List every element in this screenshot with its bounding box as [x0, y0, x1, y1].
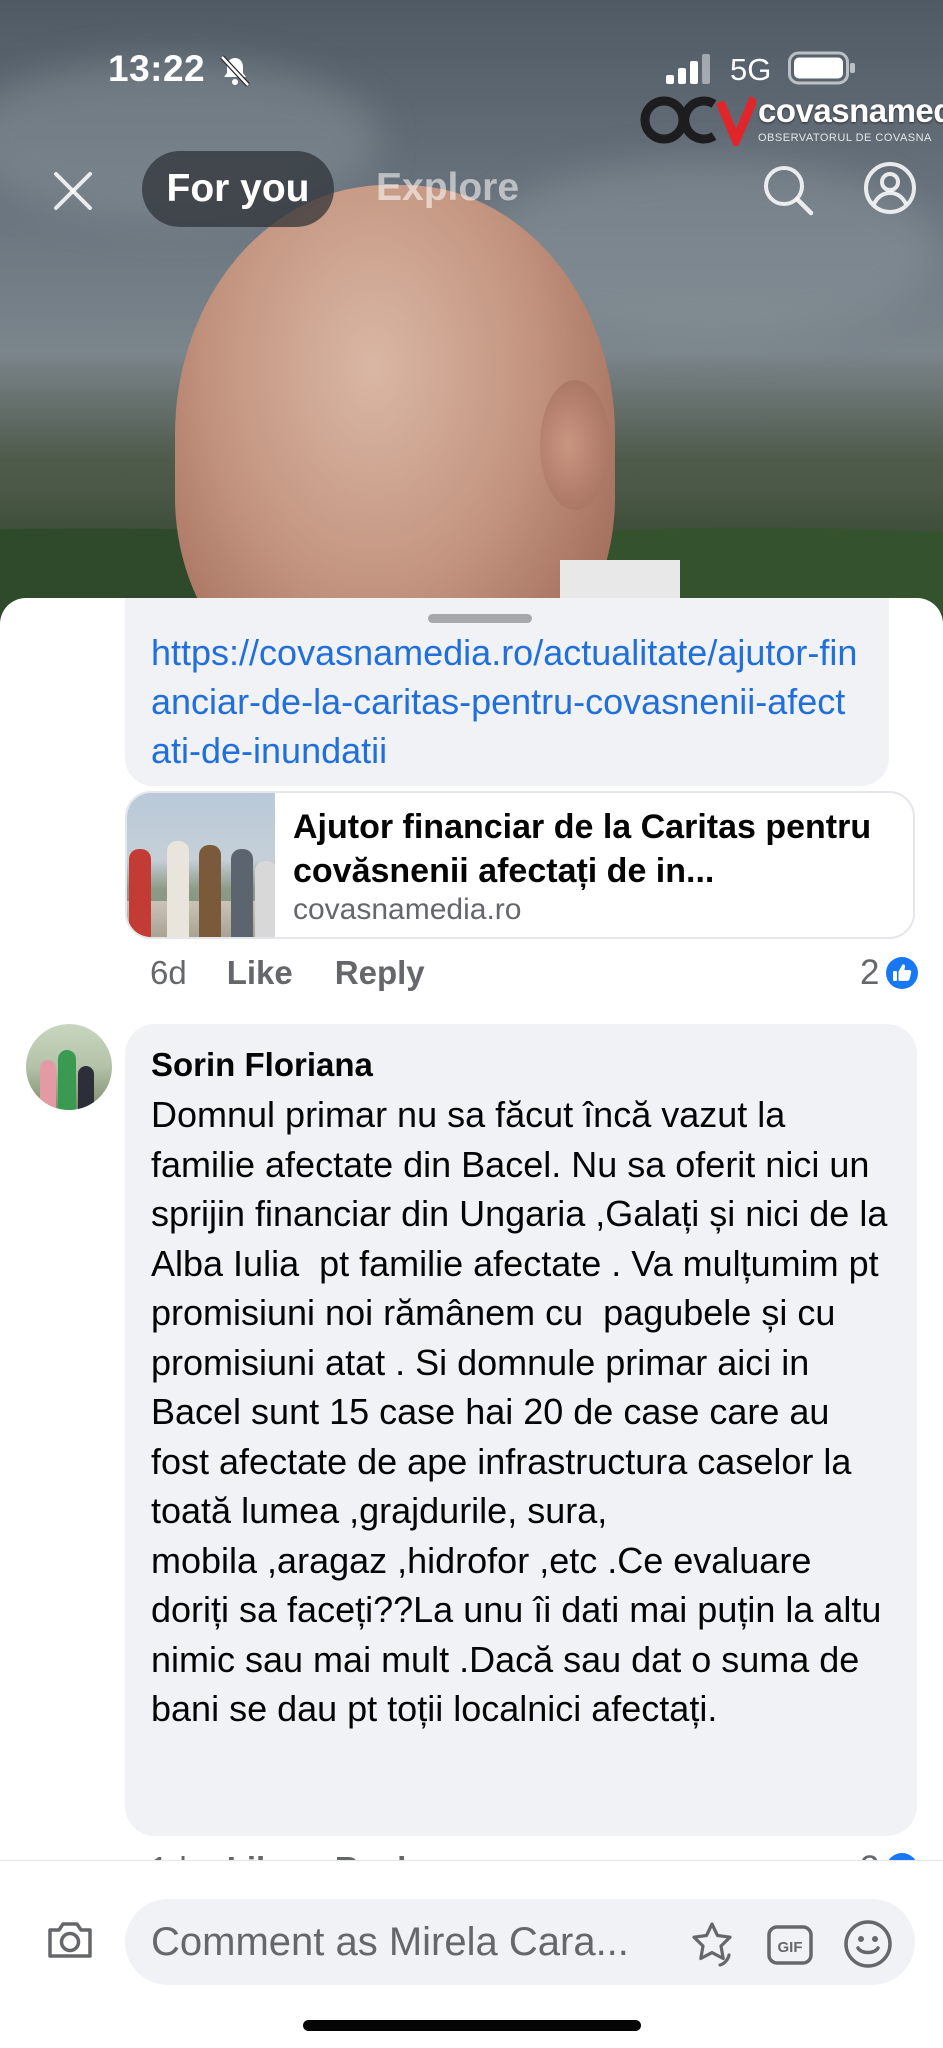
like-reaction-icon [886, 957, 919, 989]
reply-button[interactable]: Reply [335, 954, 425, 992]
link-preview-title: Ajutor financiar de la Caritas pentru co… [293, 808, 872, 890]
signal-icon [666, 54, 710, 84]
avatar-person [58, 1050, 76, 1110]
tab-for-you[interactable]: For you [142, 151, 334, 227]
link-preview-card[interactable]: Ajutor financiar de la Caritas pentru co… [125, 791, 915, 939]
thumbnail-person [167, 841, 189, 937]
covasnamedia-logo: covasnamedia OBSERVATORUL DE COVASNA [640, 92, 943, 148]
ocv-logo-mark [640, 96, 756, 146]
logo-tagline: OBSERVATORUL DE COVASNA [758, 132, 932, 144]
thumbnail-person [199, 845, 221, 937]
comment-actions: 6d Like Reply [150, 950, 467, 996]
sticker-icon[interactable] [686, 1919, 738, 1971]
svg-text:GIF: GIF [778, 1939, 803, 1956]
bell-off-icon [220, 55, 250, 87]
tab-explore[interactable]: Explore [376, 166, 519, 210]
comment-text: Domnul primar nu sa făcut încă vazut la … [151, 1094, 888, 1729]
camera-icon[interactable] [44, 1914, 96, 1966]
like-button[interactable]: Like [227, 954, 293, 992]
home-indicator[interactable] [303, 2020, 641, 2031]
search-icon[interactable] [760, 162, 816, 218]
comment-age: 6d [150, 954, 187, 991]
avatar[interactable] [26, 1024, 112, 1110]
thumbnail-person [255, 861, 275, 937]
thumbnail-person [231, 849, 253, 937]
top-nav: For you Explore [0, 148, 943, 228]
thumbnail-person [129, 849, 151, 937]
comment-link[interactable]: https://covasnamedia.ro/actualitate/ajut… [151, 628, 863, 775]
logo-brand: covasnamedia [758, 92, 943, 129]
profile-icon[interactable] [862, 160, 918, 216]
emoji-icon[interactable] [842, 1918, 894, 1970]
avatar-person [78, 1066, 94, 1110]
sheet-grabber[interactable] [428, 614, 532, 623]
link-comment-bubble: https://covasnamedia.ro/actualitate/ajut… [125, 598, 889, 786]
reaction-summary[interactable]: 2 [860, 950, 919, 996]
status-time: 13:22 [108, 48, 206, 89]
gif-icon[interactable]: GIF [766, 1921, 814, 1969]
comment-author[interactable]: Sorin Floriana [151, 1040, 891, 1090]
comment-bubble: Sorin Floriana Domnul primar nu sa făcut… [125, 1024, 917, 1836]
network-type: 5G [730, 52, 772, 87]
link-preview-domain: covasnamedia.ro [293, 893, 522, 926]
comments-sheet: https://covasnamedia.ro/actualitate/ajut… [0, 598, 943, 2048]
close-icon[interactable] [50, 168, 96, 214]
reaction-count: 2 [860, 953, 880, 992]
link-preview-thumbnail [127, 793, 275, 937]
battery-icon [788, 51, 855, 85]
avatar-person [40, 1060, 56, 1110]
video-person-ear [540, 380, 610, 510]
